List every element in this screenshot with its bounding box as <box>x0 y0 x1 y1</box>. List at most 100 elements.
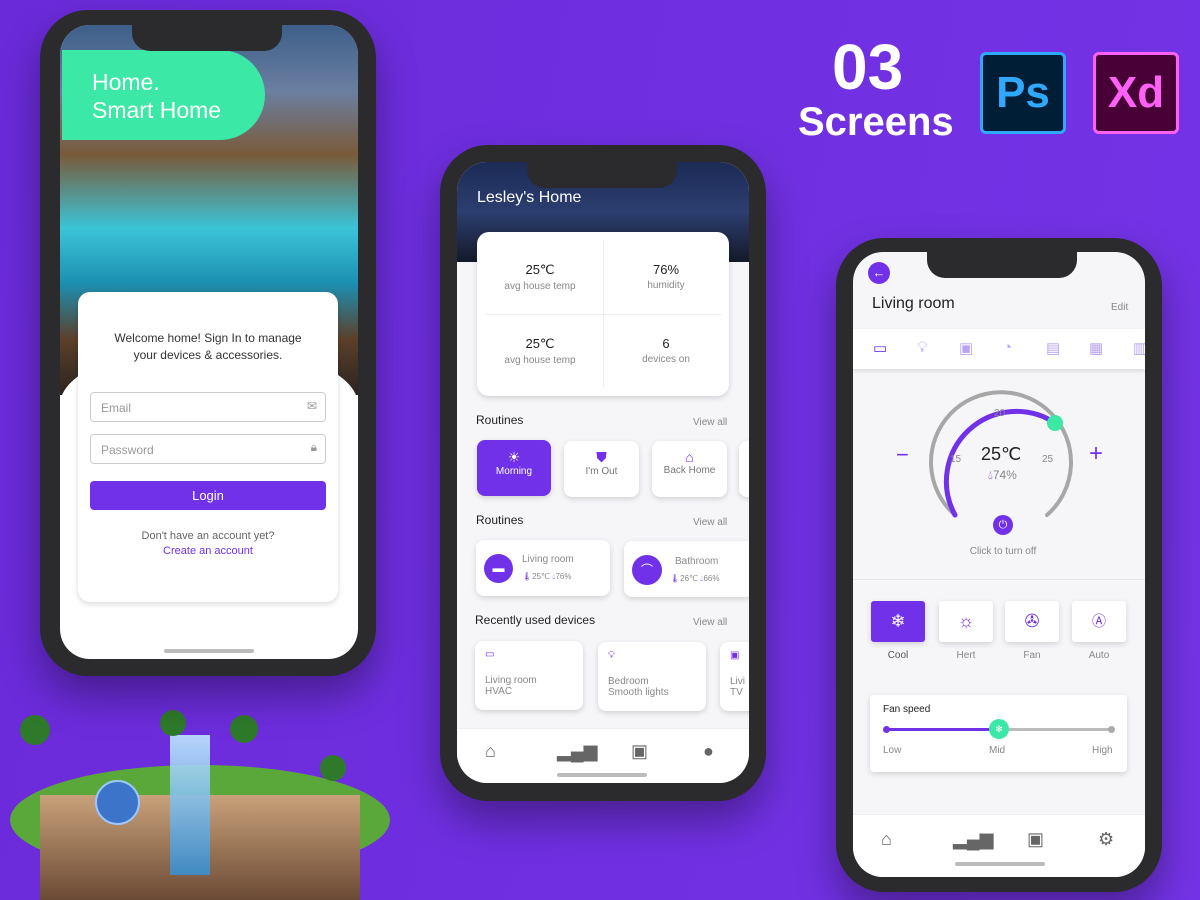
home-indicator <box>164 649 254 653</box>
screens-count: 03 <box>832 31 904 103</box>
stat-devices-on: 6 devices on <box>642 336 690 365</box>
welcome-text: Welcome home! Sign In to manage your dev… <box>114 331 302 362</box>
sunrise-icon: ☀ <box>507 449 521 465</box>
login-screen: Home. Smart Home Welcome home! Sign In t… <box>60 25 358 659</box>
device-tabs: ▭ 💡︎ ▣ ◔ ▤ ▦ ▥ <box>853 329 1145 369</box>
routines-title: Routines <box>476 413 524 427</box>
fan-speed-card: Fan speed ✻ Low Mid High <box>870 695 1127 772</box>
routine-morning[interactable]: ☀ Morning <box>477 440 551 496</box>
current-temp: 25℃ <box>981 444 1022 464</box>
fan-speed-title: Fan speed <box>883 704 931 715</box>
mode-auto-label: Auto <box>1088 650 1110 661</box>
room-tab-icon[interactable]: ▦ <box>1089 339 1103 357</box>
create-account-link[interactable]: Create an account <box>78 545 338 557</box>
fan-speed-slider[interactable]: ✻ <box>883 719 1115 739</box>
decrease-temp-button[interactable]: − <box>896 442 909 468</box>
photoshop-logo: Ps <box>980 52 1066 134</box>
shower-icon: ⌒ <box>632 555 662 585</box>
login-button[interactable]: Login <box>90 481 326 510</box>
ac-tab-icon[interactable]: ▭ <box>873 339 887 357</box>
home-icon: ⌂ <box>685 449 694 465</box>
back-button[interactable]: ← <box>868 262 890 284</box>
mode-heat[interactable]: ☼ <box>939 601 993 642</box>
device-living-tv[interactable]: ▣ Livi TV <box>720 642 749 711</box>
stat-humidity: 76% humidity <box>647 262 685 291</box>
bulb-tab-icon[interactable]: 💡︎ <box>917 339 928 356</box>
bottom-nav: ⌂ ▂▄▆ ▣ ⚙ <box>853 814 1145 877</box>
fan-low-label: Low <box>883 745 902 756</box>
stat-avg-temp: 25℃ avg house temp <box>504 262 576 292</box>
routine-back-home[interactable]: ⌂ Back Home <box>652 441 727 497</box>
nav-stats-icon[interactable]: ▂▄▆ <box>953 829 993 850</box>
sofa-icon: ▬ <box>484 554 513 583</box>
rooms-view-all[interactable]: View all <box>693 517 727 528</box>
nav-profile-icon[interactable]: ● <box>703 741 714 762</box>
mode-fan[interactable]: ✇ <box>1005 601 1059 642</box>
tv-tab-icon[interactable]: ▣ <box>959 339 973 357</box>
home-title: Lesley's Home <box>477 189 582 206</box>
routines-view-all[interactable]: View all <box>693 417 727 428</box>
room-title: Living room <box>872 295 955 312</box>
appliance-tab-icon[interactable]: ▤ <box>1046 339 1060 357</box>
vacuum-tab-icon[interactable]: ◔ <box>1003 339 1012 356</box>
mode-cool-label: Cool <box>887 650 909 661</box>
brand-badge: Home. Smart Home <box>62 50 265 140</box>
no-account-text: Don't have an account yet? <box>141 530 275 542</box>
nav-home-icon[interactable]: ⌂ <box>881 829 892 850</box>
nav-stats-icon[interactable]: ▂▄▆ <box>557 741 597 762</box>
auto-icon: Ⓐ <box>1092 613 1106 629</box>
power-button[interactable]: ⏻ <box>993 515 1013 535</box>
room-screen: ← Living room Edit ▭ 💡︎ ▣ ◔ ▤ ▦ ▥ 20 15 … <box>853 252 1145 877</box>
device-living-room-hvac[interactable]: ▭ Living room HVAC <box>475 641 583 710</box>
fan-mid-label: Mid <box>989 745 1006 756</box>
mode-fan-label: Fan <box>1023 650 1041 661</box>
nav-devices-icon[interactable]: ▣ <box>1027 829 1044 850</box>
xd-logo: Xd <box>1093 52 1179 134</box>
room-phone: ← Living room Edit ▭ 💡︎ ▣ ◔ ▤ ▦ ▥ 20 15 … <box>836 238 1162 892</box>
device-bedroom-lights[interactable]: 💡︎ Bedroom Smooth lights <box>598 642 706 711</box>
fan-high-label: High <box>1092 745 1113 756</box>
mode-auto[interactable]: Ⓐ <box>1072 601 1126 642</box>
smart-city-illustration <box>0 705 400 900</box>
brand-line2: Smart Home <box>92 97 222 123</box>
stats-card: 25℃ avg house temp 76% humidity 25℃ avg hou… <box>477 232 729 396</box>
screens-label: Screens <box>798 100 954 144</box>
lock-icon: 🔒︎ <box>310 440 317 454</box>
rooms-title: Routines <box>476 513 524 527</box>
dial-label-25: 25 <box>1042 454 1054 465</box>
dial-label-15: 15 <box>950 454 962 465</box>
sun-icon: ☼ <box>957 611 975 631</box>
stat-avg-temp-2: 25℃ avg house temp <box>504 336 576 366</box>
room-bathroom[interactable]: ⌒ Bathroom 🌡︎26℃ 💧︎66% <box>624 541 749 597</box>
snowflake-icon: ❄ <box>890 611 906 631</box>
increase-temp-button[interactable]: + <box>1089 440 1103 468</box>
bottom-nav: ⌂ ▂▄▆ ▣ ● <box>457 728 749 783</box>
more-tab-icon[interactable]: ▥ <box>1133 339 1145 357</box>
fan-icon: ✇ <box>1024 611 1040 631</box>
edit-button[interactable]: Edit <box>1111 302 1128 313</box>
login-card: Welcome home! Sign In to manage your dev… <box>78 292 338 602</box>
routine-im-out[interactable]: ⛊ I'm Out <box>564 441 639 497</box>
recent-view-all[interactable]: View all <box>693 617 727 628</box>
fan-speed-handle[interactable]: ✻ <box>989 719 1009 739</box>
mode-cool[interactable]: ❄ <box>871 601 925 642</box>
email-field[interactable]: Email ✉ <box>90 392 326 422</box>
turn-off-label: Click to turn off <box>969 546 1037 557</box>
room-living-room[interactable]: ▬ Living room 🌡︎25℃ 💧︎76% <box>476 540 610 596</box>
home-phone: Lesley's Home 25℃ avg house temp 76% humid… <box>440 145 766 801</box>
nav-settings-icon[interactable]: ⚙ <box>1098 829 1114 850</box>
mode-heat-label: Hert <box>956 650 976 661</box>
mail-icon: ✉ <box>306 399 317 413</box>
bulb-icon: 💡︎ <box>608 650 615 661</box>
ac-icon: ▭ <box>485 649 495 660</box>
dial-label-20: 20 <box>994 408 1006 419</box>
current-humidity: 💧︎74% <box>988 468 1017 482</box>
password-field[interactable]: Password 🔒︎ <box>90 434 326 464</box>
tv-icon: ▣ <box>730 650 740 661</box>
shield-icon: ⛊ <box>596 449 607 465</box>
recent-devices-title: Recently used devices <box>475 613 596 627</box>
brand-line1: Home. <box>92 69 160 95</box>
nav-home-icon[interactable]: ⌂ <box>485 741 496 762</box>
home-screen: Lesley's Home 25℃ avg house temp 76% humid… <box>457 162 749 783</box>
nav-devices-icon[interactable]: ▣ <box>631 741 648 762</box>
